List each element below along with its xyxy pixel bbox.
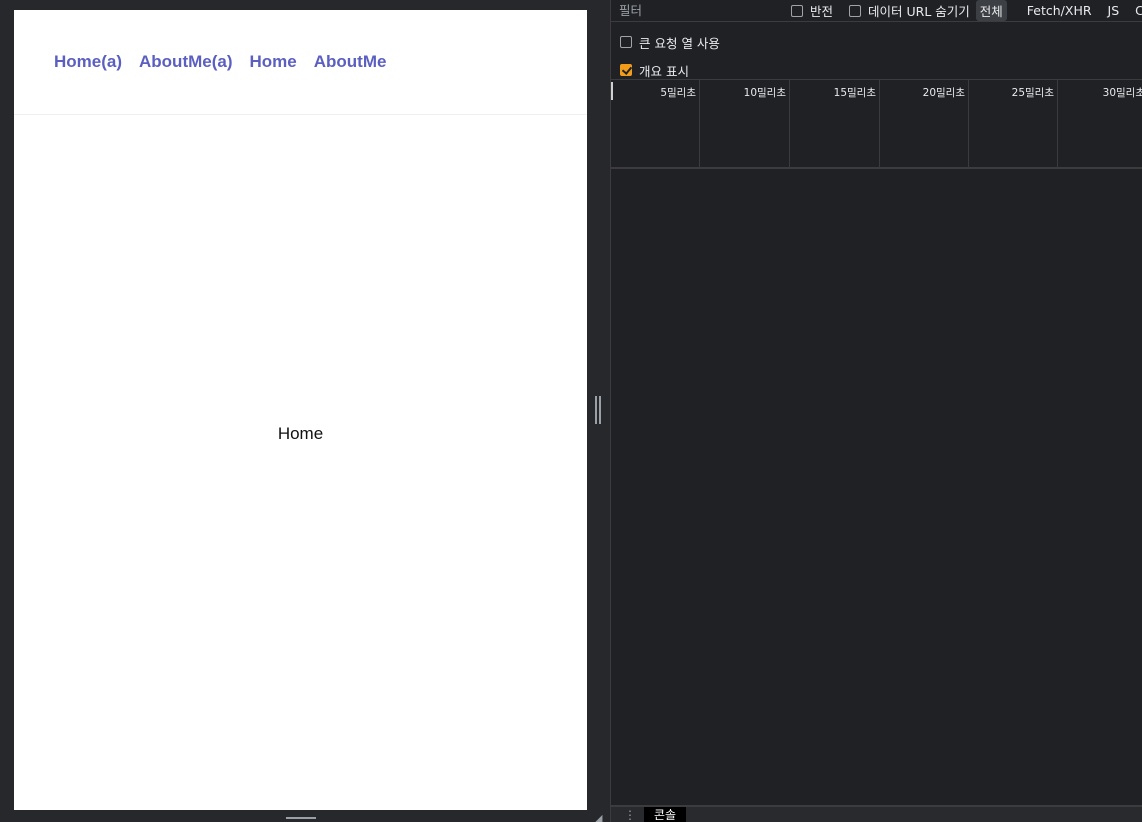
big-request-rows-checkbox[interactable]: [620, 36, 632, 48]
drawer-tab-console[interactable]: 콘솔: [644, 807, 687, 822]
nav-link-aboutme-a[interactable]: AboutMe(a): [139, 52, 232, 72]
network-options: 큰 요청 열 사용 개요 표시: [611, 22, 1142, 80]
invert-checkbox[interactable]: [791, 4, 803, 17]
hide-data-url-toggle[interactable]: 데이터 URL 숨기기: [849, 1, 970, 20]
timeline-tick-label: 25밀리초: [1011, 87, 1054, 99]
type-filter-css[interactable]: C: [1131, 2, 1142, 19]
nav-link-home-a[interactable]: Home(a): [54, 52, 122, 72]
page-viewport: Home(a) AboutMe(a) Home AboutMe Home: [14, 10, 587, 810]
request-list-area[interactable]: [611, 171, 1142, 805]
timeline-tick-label: 5밀리초: [660, 87, 696, 99]
timeline-tick-label: 30밀리초: [1102, 87, 1142, 99]
device-frame: Home(a) AboutMe(a) Home AboutMe Home ◢: [0, 0, 610, 822]
timeline-overview[interactable]: 5밀리초 10밀리초 15밀리초 20밀리초 25밀리초 30밀리초: [611, 80, 1142, 169]
timeline-tick-label: 15밀리초: [833, 87, 876, 99]
hide-data-url-label: 데이터 URL 숨기기: [868, 4, 970, 19]
invert-toggle[interactable]: 반전: [791, 1, 833, 20]
type-filter-fetch-xhr[interactable]: Fetch/XHR: [1023, 2, 1096, 19]
show-overview-label: 개요 표시: [639, 63, 689, 79]
nav-link-home[interactable]: Home: [250, 52, 297, 72]
type-filter-all[interactable]: 전체: [975, 0, 1007, 21]
page-content-text: Home: [277, 424, 324, 443]
timeline-tick: 30밀리초: [1058, 80, 1142, 169]
drawer-tab-bar: ⋮ 콘솔: [611, 805, 1142, 822]
timeline-tick: 25밀리초: [969, 80, 1058, 169]
type-filter-js[interactable]: JS: [1104, 2, 1124, 19]
network-filter-toolbar: 반전 데이터 URL 숨기기 전체 Fetch/XHR JS C: [611, 0, 1142, 22]
timeline-tick: 10밀리초: [700, 80, 790, 169]
nav-link-aboutme[interactable]: AboutMe: [314, 52, 387, 72]
page-body: Home: [14, 116, 587, 810]
timeline-tick-label: 10밀리초: [743, 87, 786, 99]
devtools-network-panel: 반전 데이터 URL 숨기기 전체 Fetch/XHR JS C 큰 요청 열 …: [610, 0, 1142, 822]
timeline-tick-label: 20밀리초: [922, 87, 965, 99]
big-request-rows-option[interactable]: 큰 요청 열 사용: [620, 28, 1142, 56]
site-nav: Home(a) AboutMe(a) Home AboutMe: [14, 10, 587, 115]
viewport-bottom-handle[interactable]: [286, 817, 316, 819]
hide-data-url-checkbox[interactable]: [849, 4, 862, 17]
invert-label: 반전: [810, 4, 834, 19]
timeline-tick: 20밀리초: [880, 80, 969, 169]
big-request-rows-label: 큰 요청 열 사용: [639, 35, 720, 51]
show-overview-checkbox[interactable]: [620, 64, 632, 76]
panel-resize-handle[interactable]: [595, 396, 601, 424]
more-options-icon[interactable]: ⋮: [624, 808, 636, 822]
resize-corner-icon[interactable]: ◢: [594, 812, 602, 822]
timeline-tick: 5밀리초: [611, 80, 700, 169]
timeline-tick: 15밀리초: [790, 80, 880, 169]
filter-input[interactable]: [611, 0, 775, 21]
